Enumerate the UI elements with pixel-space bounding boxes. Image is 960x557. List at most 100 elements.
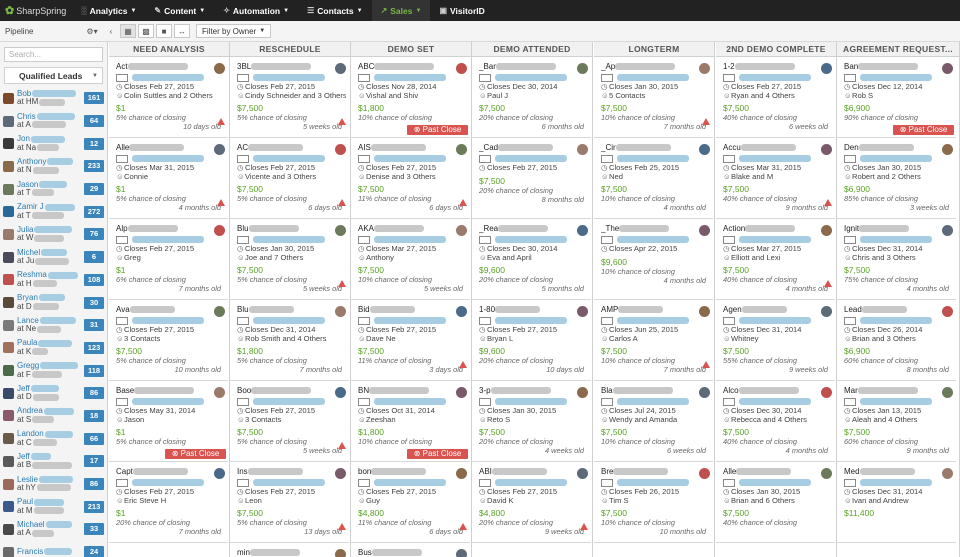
deal-card[interactable]: 3BL ◷Closes Feb 27, 2015 ☺Cindy Schneider … <box>230 58 349 138</box>
deal-card[interactable]: Bre ◷Closes Feb 26, 2015 ☺Tim S $7,500 10% c… <box>594 463 713 543</box>
qualified-leads-dropdown[interactable]: Qualified Leads ▼ <box>4 67 103 84</box>
deal-card[interactable]: 1-2 ◷Closes Feb 27, 2015 ☺Ryan and 4 Other… <box>716 58 835 138</box>
owner-avatar-icon[interactable] <box>699 63 710 74</box>
deal-card[interactable]: Blu ◷Closes Jan 30, 2015 ☺Joe and 7 Others… <box>230 220 349 300</box>
owner-avatar-icon[interactable] <box>942 306 953 317</box>
owner-avatar-icon[interactable] <box>577 306 588 317</box>
owner-avatar-icon[interactable] <box>214 225 225 236</box>
owner-avatar-icon[interactable] <box>577 387 588 398</box>
list-item[interactable]: Michel at Ju 6 <box>0 246 107 269</box>
deal-card[interactable]: Agen ◷Closes Dec 31, 2014 ☺Whitney $7,500 55… <box>716 301 835 381</box>
list-item[interactable]: Lance at Ne 31 <box>0 314 107 337</box>
owner-avatar-icon[interactable] <box>699 144 710 155</box>
app-logo[interactable]: ✿ SharpSpring <box>0 4 72 17</box>
owner-avatar-icon[interactable] <box>214 306 225 317</box>
deal-card[interactable]: Ava ◷Closes Feb 27, 2015 ☺3 Contacts $7,500… <box>109 301 228 381</box>
owner-avatar-icon[interactable] <box>456 144 467 155</box>
deal-card[interactable]: 1-80 ◷Closes Feb 27, 2015 ☺Bryan L $9,600 20… <box>472 301 591 381</box>
deal-card[interactable]: Base ◷Closes May 31, 2014 ☺Jason $1 5% chanc… <box>109 382 228 462</box>
owner-avatar-icon[interactable] <box>335 468 346 479</box>
deal-card[interactable]: Med ◷Closes Dec 31, 2014 ☺Ivan and Andrew $… <box>837 463 956 543</box>
deal-card[interactable]: _Bar ◷Closes Dec 30, 2014 ☺Paul J $7,500 20%… <box>472 58 591 138</box>
owner-avatar-icon[interactable] <box>699 387 710 398</box>
deal-card[interactable]: 3-p ◷Closes Jan 30, 2015 ☺Reto S $7,500 20% … <box>472 382 591 462</box>
list-item[interactable]: Francis 24 <box>0 541 107 557</box>
deal-card[interactable]: Action ◷Closes Mar 27, 2015 ☺Elliott and L… <box>716 220 835 300</box>
deal-card[interactable]: Capt ◷Closes Feb 27, 2015 ☺Eric Steve H $1 2… <box>109 463 228 543</box>
deal-card[interactable]: Blu ◷Closes Dec 31, 2014 ☺Rob Smith and 4 … <box>230 301 349 381</box>
deal-card[interactable]: _The ◷Closes Apr 22, 2015 $9,600 10% chance… <box>594 220 713 300</box>
owner-avatar-icon[interactable] <box>942 225 953 236</box>
list-item[interactable]: Jeff at B 17 <box>0 450 107 473</box>
owner-avatar-icon[interactable] <box>335 63 346 74</box>
owner-avatar-icon[interactable] <box>821 144 832 155</box>
owner-avatar-icon[interactable] <box>335 549 346 557</box>
deal-card[interactable]: ABC ◷Closes Nov 28, 2014 ☺Vishal and Shiv $… <box>351 58 470 138</box>
deal-card[interactable]: Bid ◷Closes Feb 27, 2015 ☺Dave Ne $7,500 11%… <box>351 301 470 381</box>
owner-avatar-icon[interactable] <box>335 387 346 398</box>
owner-avatar-icon[interactable] <box>335 306 346 317</box>
search-input[interactable]: Search... <box>4 47 103 62</box>
deal-card[interactable]: Accu ◷Closes Mar 31, 2015 ☺Blake and M $7,5… <box>716 139 835 219</box>
deal-card[interactable]: Ins ◷Closes Feb 27, 2015 ☺Leon $7,500 5% cha… <box>230 463 349 543</box>
owner-avatar-icon[interactable] <box>821 63 832 74</box>
owner-avatar-icon[interactable] <box>335 144 346 155</box>
owner-avatar-icon[interactable] <box>577 63 588 74</box>
owner-avatar-icon[interactable] <box>577 225 588 236</box>
owner-avatar-icon[interactable] <box>335 225 346 236</box>
deal-card[interactable]: ABI ◷Closes Feb 27, 2015 ☺David K $4,800 20%… <box>472 463 591 543</box>
filter-by-owner-dropdown[interactable]: Filter by Owner ▼ <box>196 24 272 38</box>
deal-card[interactable]: _Ap ◷Closes Jan 30, 2015 ☺5 Contacts $7,500… <box>594 58 713 138</box>
list-item[interactable]: Bryan at D 30 <box>0 291 107 314</box>
list-item[interactable]: Reshma at H 108 <box>0 269 107 292</box>
deal-card[interactable]: Act ◷Closes Feb 27, 2015 ☺Colin Suttles an… <box>109 58 228 138</box>
owner-avatar-icon[interactable] <box>699 306 710 317</box>
deal-card[interactable]: min <box>230 544 349 557</box>
deal-card[interactable]: Alle ◷Closes Jan 30, 2015 ☺Brian and 6 Oth… <box>716 463 835 543</box>
owner-avatar-icon[interactable] <box>699 468 710 479</box>
deal-card[interactable]: Den ◷Closes Jan 30, 2015 ☺Robert and 2 Oth… <box>837 139 956 219</box>
deal-card[interactable]: Alle ◷Closes Mar 31, 2015 ☺Connie $1 5% chan… <box>109 139 228 219</box>
owner-avatar-icon[interactable] <box>577 144 588 155</box>
owner-avatar-icon[interactable] <box>456 63 467 74</box>
deal-card[interactable]: _Cir ◷Closes Feb 25, 2015 ☺Ned $7,500 10% ch… <box>594 139 713 219</box>
deal-card[interactable]: _Rea ◷Closes Dec 30, 2014 ☺Eva and April $9… <box>472 220 591 300</box>
owner-avatar-icon[interactable] <box>821 225 832 236</box>
owner-avatar-icon[interactable] <box>456 225 467 236</box>
deal-card[interactable]: Mar ◷Closes Jan 13, 2015 ☺Aleah and 4 Othe… <box>837 382 956 462</box>
owner-avatar-icon[interactable] <box>942 144 953 155</box>
expand-icon[interactable]: ↔ <box>174 24 190 38</box>
gear-icon[interactable]: ⚙▾ <box>82 24 102 38</box>
owner-avatar-icon[interactable] <box>821 387 832 398</box>
list-item[interactable]: Jason at T 29 <box>0 178 107 201</box>
owner-avatar-icon[interactable] <box>214 387 225 398</box>
deal-card[interactable]: AKA ◷Closes Mar 27, 2015 ☺Anthony $7,500 10%… <box>351 220 470 300</box>
deal-card[interactable]: bon ◷Closes Feb 27, 2015 ☺Guy $4,800 11% cha… <box>351 463 470 543</box>
owner-avatar-icon[interactable] <box>699 225 710 236</box>
deal-card[interactable]: Bla ◷Closes Jul 24, 2015 ☺Wendy and Amanda… <box>594 382 713 462</box>
list-item[interactable]: Jon at Na 12 <box>0 132 107 155</box>
list-item[interactable]: Anthony at N 233 <box>0 155 107 178</box>
owner-avatar-icon[interactable] <box>214 63 225 74</box>
nav-visitorid[interactable]: ▣ VisitorID <box>430 0 493 21</box>
list-item[interactable]: Landon at C 66 <box>0 427 107 450</box>
list-item[interactable]: Leslie at hY 86 <box>0 473 107 496</box>
deal-card[interactable]: Alp ◷Closes Feb 27, 2015 ☺Greg $1 6% chance … <box>109 220 228 300</box>
tile-view-icon[interactable]: ▩ <box>138 24 154 38</box>
list-item[interactable]: Paul at M 213 <box>0 495 107 518</box>
owner-avatar-icon[interactable] <box>577 468 588 479</box>
deal-card[interactable]: AMP ◷Closes Jun 25, 2015 ☺Carlos A $7,500 10… <box>594 301 713 381</box>
deal-card[interactable]: Ignit ◷Closes Dec 31, 2014 ☺Chris and 3 Ot… <box>837 220 956 300</box>
deal-card[interactable]: BN ◷Closes Oct 31, 2014 ☺Zeeshan $1,800 10% … <box>351 382 470 462</box>
deal-card[interactable]: AIS ◷Closes Feb 27, 2015 ☺Denise and 3 Oth… <box>351 139 470 219</box>
owner-avatar-icon[interactable] <box>214 468 225 479</box>
list-item[interactable]: Zamir Jat T 272 <box>0 200 107 223</box>
deal-card[interactable]: _Cad ◷Closes Feb 27, 2015 $7,500 20% chance… <box>472 139 591 219</box>
list-item[interactable]: Michael at A 33 <box>0 518 107 541</box>
deal-card[interactable]: Alco ◷Closes Dec 30, 2014 ☺Rebecca and 4 O… <box>716 382 835 462</box>
list-item[interactable]: Julia at W 76 <box>0 223 107 246</box>
owner-avatar-icon[interactable] <box>821 468 832 479</box>
grid-view-icon[interactable]: ▦ <box>120 24 136 38</box>
nav-sales[interactable]: ↗ Sales ▼ <box>371 0 431 21</box>
owner-avatar-icon[interactable] <box>456 468 467 479</box>
